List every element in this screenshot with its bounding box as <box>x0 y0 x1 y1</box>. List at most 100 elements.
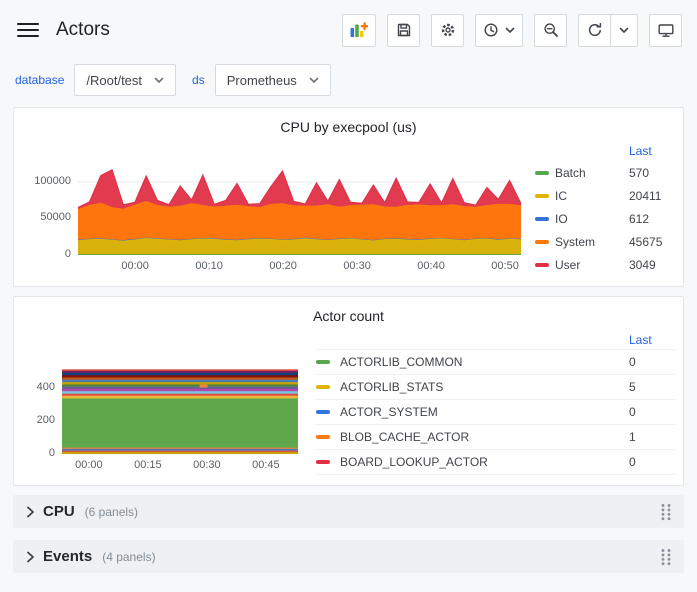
series-last-value: 1 <box>629 430 675 444</box>
series-color-swatch <box>535 263 549 267</box>
y-axis-labels: 050000100000 <box>22 160 78 255</box>
cpu-legend-table: Last Batch 570 IC 20411 IO 612 <box>535 141 675 276</box>
variable-select-ds[interactable]: Prometheus <box>215 64 331 96</box>
clock-icon <box>483 22 499 38</box>
drag-handle-icon <box>660 503 672 521</box>
series-name: System <box>555 235 629 249</box>
legend-row-ic[interactable]: IC 20411 <box>535 184 675 207</box>
series-color-swatch <box>316 360 330 364</box>
dashboard-grid: CPU by execpool (us) 050000100000 00:000… <box>0 107 697 573</box>
gear-icon <box>440 22 456 38</box>
series-name: IO <box>555 212 629 226</box>
row-cpu[interactable]: CPU (6 panels) <box>13 495 684 528</box>
actor-count-chart: 0200400 00:0000:1500:3000:45 <box>22 359 298 475</box>
top-navbar: Actors <box>0 0 697 60</box>
legend-row-blob-cache-actor[interactable]: BLOB_CACHE_ACTOR 1 <box>316 425 675 450</box>
chevron-down-icon <box>309 77 319 84</box>
chevron-down-icon <box>619 27 629 34</box>
panel-cpu-by-execpool: CPU by execpool (us) 050000100000 00:000… <box>13 107 684 287</box>
variable-ds: ds Prometheus <box>192 64 331 96</box>
variable-value-database: /Root/test <box>86 73 142 88</box>
refresh-button-group <box>578 14 638 47</box>
series-last-value: 45675 <box>629 235 675 249</box>
series-color-swatch <box>316 385 330 389</box>
panel-actor-count: Actor count 0200400 00:0000:1500:3000:45… <box>13 296 684 486</box>
hamburger-menu-icon <box>17 22 39 38</box>
actor-legend-table: Last ACTORLIB_COMMON 0 ACTORLIB_STATS 5 … <box>316 330 675 475</box>
legend-row-actorlib-stats[interactable]: ACTORLIB_STATS 5 <box>316 375 675 400</box>
monitor-icon <box>658 23 674 38</box>
save-dashboard-button[interactable] <box>387 14 420 47</box>
series-name: User <box>555 258 629 272</box>
series-name: BOARD_LOOKUP_ACTOR <box>340 455 629 469</box>
row-events[interactable]: Events (4 panels) <box>13 540 684 573</box>
refresh-interval-button[interactable] <box>611 14 638 47</box>
dashboard-toolbar <box>342 14 682 47</box>
variable-label-database[interactable]: database <box>15 73 64 87</box>
row-drag-handle[interactable] <box>657 500 675 524</box>
y-axis-labels: 0200400 <box>22 359 62 454</box>
series-color-swatch <box>535 217 549 221</box>
series-color-swatch <box>535 240 549 244</box>
panel-title[interactable]: Actor count <box>22 304 675 330</box>
legend-row-system[interactable]: System 45675 <box>535 230 675 253</box>
refresh-button[interactable] <box>578 14 611 47</box>
row-drag-handle[interactable] <box>657 545 675 569</box>
chevron-right-icon <box>22 504 38 520</box>
series-last-value: 612 <box>629 212 675 226</box>
series-color-swatch <box>316 460 330 464</box>
chevron-right-icon <box>22 549 38 565</box>
row-panel-count: (6 panels) <box>85 505 138 519</box>
row-title: Events <box>43 548 92 565</box>
legend-row-actor-system[interactable]: ACTOR_SYSTEM 0 <box>316 400 675 425</box>
row-title: CPU <box>43 503 75 520</box>
series-last-value: 3049 <box>629 258 675 272</box>
x-axis-labels: 00:0000:1000:2000:3000:4000:50 <box>78 258 521 276</box>
legend-row-io[interactable]: IO 612 <box>535 207 675 230</box>
drag-handle-icon <box>660 548 672 566</box>
legend-row-user[interactable]: User 3049 <box>535 253 675 276</box>
series-name: Batch <box>555 166 629 180</box>
series-last-value: 0 <box>629 405 675 419</box>
cpu-chart: 050000100000 00:0000:1000:2000:3000:4000… <box>22 160 521 276</box>
actor-plot-area[interactable] <box>62 359 298 454</box>
dashboard-variables-bar: database /Root/test ds Prometheus <box>0 60 697 107</box>
variable-database: database /Root/test <box>15 64 176 96</box>
save-icon <box>396 22 412 38</box>
panel-body: 050000100000 00:0000:1000:2000:3000:4000… <box>22 141 675 276</box>
chevron-down-icon <box>154 77 164 84</box>
refresh-icon <box>587 22 603 38</box>
cpu-plot-area[interactable] <box>78 160 521 255</box>
dashboard-title: Actors <box>56 19 110 41</box>
legend-last-header[interactable]: Last <box>629 144 675 158</box>
zoom-out-button[interactable] <box>534 14 567 47</box>
series-name: IC <box>555 189 629 203</box>
series-color-swatch <box>535 194 549 198</box>
variable-select-database[interactable]: /Root/test <box>74 64 176 96</box>
legend-header: Last <box>535 141 675 161</box>
panel-body: 0200400 00:0000:1500:3000:45 Last ACTORL… <box>22 330 675 475</box>
add-panel-button[interactable] <box>342 14 376 47</box>
variable-value-ds: Prometheus <box>227 73 297 88</box>
zoom-out-icon <box>543 22 559 38</box>
cycle-view-mode-button[interactable] <box>649 14 682 47</box>
series-color-swatch <box>535 171 549 175</box>
add-panel-icon <box>350 22 368 38</box>
legend-row-batch[interactable]: Batch 570 <box>535 161 675 184</box>
panel-title[interactable]: CPU by execpool (us) <box>22 115 675 141</box>
series-color-swatch <box>316 435 330 439</box>
legend-row-board-lookup-actor[interactable]: BOARD_LOOKUP_ACTOR 0 <box>316 450 675 475</box>
series-name: ACTORLIB_STATS <box>340 380 629 394</box>
dashboard-settings-button[interactable] <box>431 14 464 47</box>
series-last-value: 0 <box>629 455 675 469</box>
variable-label-ds[interactable]: ds <box>192 73 205 87</box>
series-last-value: 20411 <box>629 189 675 203</box>
menu-toggle-button[interactable] <box>15 20 41 40</box>
legend-row-actorlib-common[interactable]: ACTORLIB_COMMON 0 <box>316 350 675 375</box>
time-range-picker-button[interactable] <box>475 14 523 47</box>
series-name: ACTOR_SYSTEM <box>340 405 629 419</box>
legend-last-header[interactable]: Last <box>629 333 675 347</box>
x-axis-labels: 00:0000:1500:3000:45 <box>62 457 298 475</box>
series-last-value: 5 <box>629 380 675 394</box>
series-last-value: 0 <box>629 355 675 369</box>
